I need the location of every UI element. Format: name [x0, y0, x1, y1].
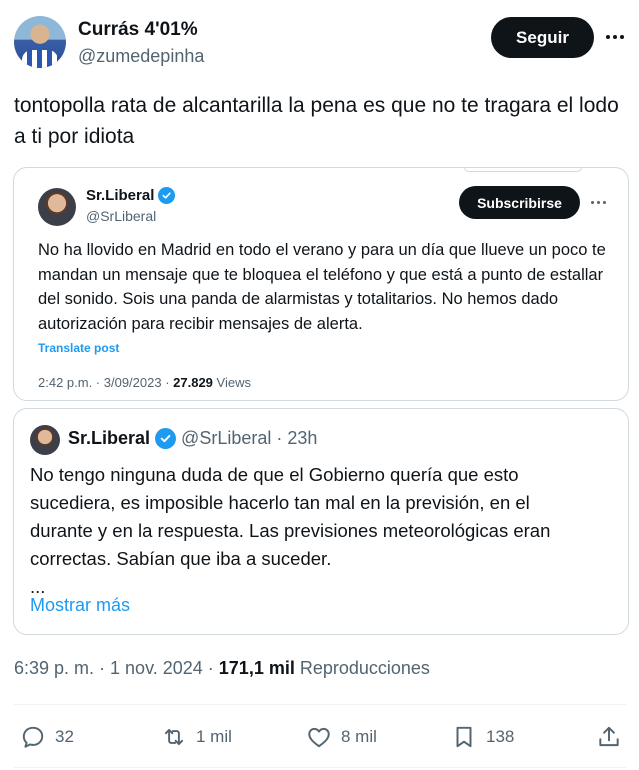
share-icon — [599, 726, 619, 747]
quoted-text-line: correctas. Sabían que iba a suceder. — [30, 548, 332, 569]
verified-badge-icon — [155, 428, 177, 449]
quoted-text-line: durante y en la respuesta. Las prevision… — [30, 520, 551, 541]
author-avatar[interactable] — [14, 16, 66, 68]
repost-button[interactable]: 1 mil — [161, 720, 232, 754]
quoted-avatar[interactable] — [30, 425, 60, 455]
tweet-text: tontopolla rata de alcantarilla la pena … — [14, 94, 619, 148]
quoted-post-text: No tengo ninguna duda de que el Gobierno… — [30, 461, 610, 601]
embedded-more-icon — [585, 194, 611, 210]
translate-link: Translate post — [38, 341, 120, 355]
embedded-post-meta: 2:42 p.m. · 3/09/2023 · 27.829 Views — [38, 375, 251, 390]
views-count: 171,1 mil — [218, 658, 295, 678]
follow-button[interactable]: Seguir — [491, 17, 594, 58]
divider — [14, 704, 626, 705]
quoted-author-name[interactable]: Sr.Liberal — [68, 428, 150, 449]
card-edge-decoration — [464, 168, 582, 172]
embedded-post-time: 2:42 p.m. · 3/09/2023 · — [38, 375, 174, 390]
subscribe-button: Subscribirse — [459, 186, 580, 219]
embedded-avatar — [38, 188, 76, 226]
reply-icon — [22, 726, 44, 748]
embedded-views-count: 27.829 — [173, 375, 213, 390]
author-name[interactable]: Currás 4'01% — [78, 19, 198, 41]
embedded-author-name-text: Sr.Liberal — [86, 187, 155, 204]
heart-icon — [308, 727, 330, 748]
views-label: Reproducciones — [294, 658, 430, 678]
author-handle[interactable]: @zumedepinha — [78, 46, 204, 67]
like-button[interactable]: 8 mil — [306, 720, 377, 754]
more-options-icon[interactable] — [600, 24, 630, 50]
embedded-author-handle: @SrLiberal — [86, 208, 157, 224]
reply-count: 32 — [55, 727, 74, 746]
reply-button[interactable]: 32 — [20, 720, 74, 754]
repost-icon — [164, 728, 184, 746]
embedded-views-label: Views — [212, 375, 251, 390]
like-count: 8 mil — [341, 727, 377, 746]
repost-count: 1 mil — [196, 727, 232, 746]
share-button[interactable] — [596, 720, 622, 754]
embedded-image[interactable]: Sr.Liberal @SrLiberal Subscribirse No ha… — [13, 167, 629, 401]
quoted-text-line: sucediera, es imposible hacerlo tan mal … — [30, 492, 530, 513]
post-timestamp[interactable]: 6:39 p. m. · 1 nov. 2024 · — [14, 658, 219, 678]
divider — [14, 767, 626, 768]
embedded-author-name: Sr.Liberal — [86, 187, 176, 204]
embedded-post-text: No ha llovido en Madrid en todo el veran… — [38, 241, 606, 333]
verified-badge-icon — [158, 187, 176, 204]
quoted-author-handle[interactable]: @SrLiberal — [181, 428, 271, 449]
bookmark-count: 138 — [486, 727, 515, 746]
post-meta: 6:39 p. m. · 1 nov. 2024 · 171,1 mil Rep… — [14, 658, 430, 679]
quoted-text-line: No tengo ninguna duda de que el Gobierno… — [30, 464, 519, 485]
quoted-post-age[interactable]: · 23h — [276, 428, 317, 449]
bookmark-icon — [456, 726, 472, 748]
show-more-link[interactable]: Mostrar más — [30, 595, 130, 616]
quoted-post[interactable]: Sr.Liberal @SrLiberal · 23h No tengo nin… — [13, 408, 629, 635]
quoted-header: Sr.Liberal @SrLiberal · 23h — [68, 428, 317, 449]
bookmark-button[interactable]: 138 — [451, 720, 514, 754]
